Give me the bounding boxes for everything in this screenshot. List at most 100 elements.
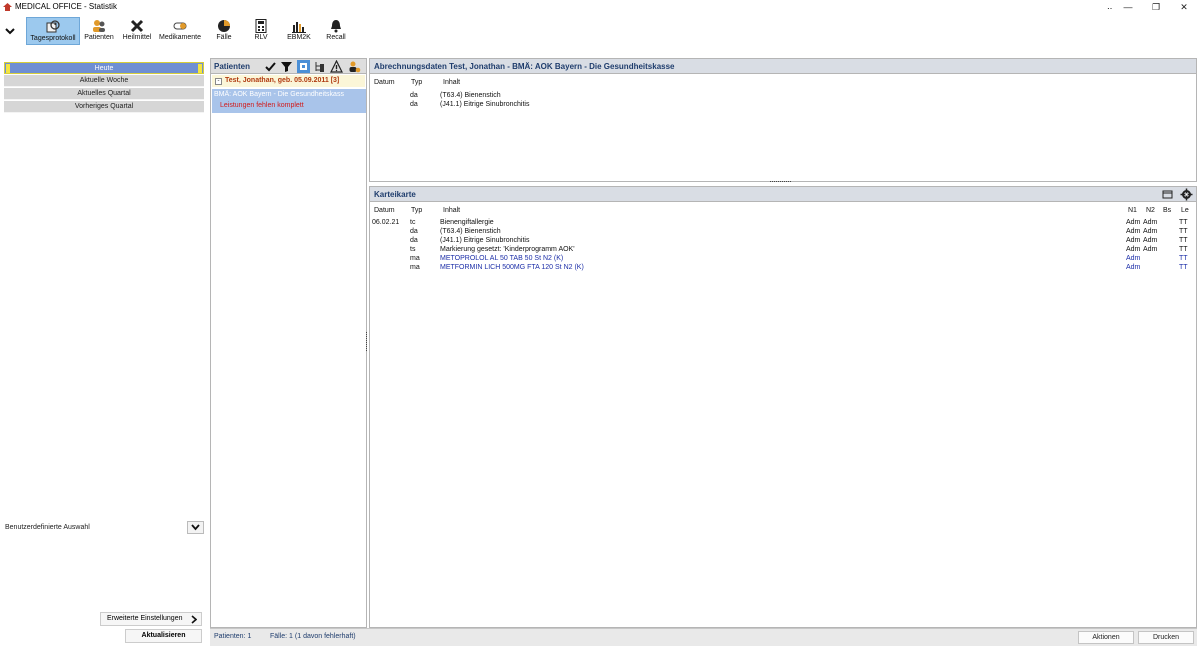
print-button[interactable]: Drucken [1138, 631, 1194, 644]
cell-inhalt: METFORMIN LICH 500MG FTA 120 St N2 (K) [440, 264, 584, 271]
patient-case-row[interactable]: BMÄ: AOK Bayern - Die Gesundheitskass Le… [212, 89, 366, 113]
window-icon[interactable] [1161, 188, 1174, 201]
chevron-down-icon [191, 524, 200, 531]
filter-icon[interactable] [280, 60, 293, 73]
column-typ[interactable]: Typ [411, 207, 422, 214]
case-insurance: BMÄ: AOK Bayern - Die Gesundheitskass [214, 91, 344, 98]
case-error-message: Leistungen fehlen komplett [220, 102, 304, 109]
patient-name: Test, Jonathan, geb. 05.09.2011 [3] [225, 77, 340, 84]
period-panel: Heute Aktuelle Woche Aktuelles Quartal V… [0, 58, 208, 646]
cell-n1: Adm [1126, 228, 1141, 235]
main-toolbar: Tagesprotokoll Patienten Heilmittel Medi… [0, 16, 1200, 46]
bell-icon [331, 20, 341, 33]
period-aktuelle-woche[interactable]: Aktuelle Woche [4, 75, 204, 87]
column-datum[interactable]: Datum [374, 79, 395, 86]
cases-count: Fälle: 1 (1 davon fehlerhaft) [270, 633, 356, 640]
cell-n1: Adm [1126, 237, 1141, 244]
toolbar-label: Recall [326, 34, 346, 41]
user-settings-icon[interactable] [348, 60, 361, 73]
extended-settings-label: Erweiterte Einstellungen [107, 615, 183, 622]
column-typ[interactable]: Typ [411, 79, 422, 86]
column-n1[interactable]: N1 [1128, 207, 1137, 214]
column-n2[interactable]: N2 [1146, 207, 1155, 214]
view-mode-icon[interactable] [297, 60, 310, 73]
cell-n2: Adm [1143, 219, 1158, 226]
actions-button[interactable]: Aktionen [1078, 631, 1134, 644]
extended-settings-button[interactable]: Erweiterte Einstellungen [100, 612, 202, 626]
column-inhalt[interactable]: Inhalt [443, 207, 460, 214]
toolbar-medikamente-button[interactable]: Medikamente [157, 17, 203, 45]
status-bar: Patienten: 1 Fälle: 1 (1 davon fehlerhaf… [210, 628, 1197, 646]
refresh-button[interactable]: Aktualisieren [125, 629, 202, 643]
karteikarte-panel: Karteikarte Datum Typ Inhalt N1 N2 Bs Le… [369, 186, 1197, 628]
app-logo-icon [3, 3, 12, 11]
checkmark-icon[interactable] [264, 60, 277, 73]
toolbar-tagesprotokoll-button[interactable]: Tagesprotokoll [26, 17, 80, 45]
billing-data-panel: Abrechnungsdaten Test, Jonathan - BMÄ: A… [369, 58, 1197, 182]
warning-icon[interactable] [330, 60, 343, 73]
patients-icon [93, 20, 105, 32]
period-vorheriges-quartal[interactable]: Vorheriges Quartal [4, 101, 204, 113]
cell-typ: ma [410, 255, 420, 262]
cell-le: TT [1179, 219, 1188, 226]
gear-icon[interactable] [1180, 188, 1193, 201]
toolbar-label: Patienten [84, 34, 114, 41]
collapse-toggle-icon[interactable]: - [215, 78, 222, 85]
pie-chart-icon [218, 20, 230, 32]
title-bar: MEDICAL OFFICE - Statistik ‥ — ❐ ✕ [0, 0, 1200, 14]
cell-typ: da [410, 237, 418, 244]
toolbar-heilmittel-button[interactable]: Heilmittel [118, 17, 156, 45]
patients-header: Patienten [211, 59, 366, 74]
toolbar-ebm2k-button[interactable]: EBM2K [284, 17, 314, 45]
toolbar-recall-button[interactable]: Recall [322, 17, 350, 45]
cell-inhalt: Markierung gesetzt: 'Kinderprogramm AOK' [440, 246, 575, 253]
cell-le: TT [1179, 246, 1188, 253]
cell-inhalt: (J41.1) Eitrige Sinubronchitis [440, 101, 530, 108]
patient-tree-row[interactable]: - Test, Jonathan, geb. 05.09.2011 [3] [212, 75, 365, 87]
toolbar-patienten-button[interactable]: Patienten [82, 17, 116, 45]
chevron-right-icon [191, 615, 197, 624]
toolbar-faelle-button[interactable]: Fälle [211, 17, 237, 45]
close-button[interactable]: ✕ [1169, 0, 1199, 14]
cell-n2: Adm [1143, 237, 1158, 244]
period-heute[interactable]: Heute [4, 62, 204, 74]
custom-selection-dropdown[interactable] [187, 521, 204, 534]
cell-n2: Adm [1143, 228, 1158, 235]
cell-le: TT [1179, 255, 1188, 262]
toolbar-label: Tagesprotokoll [30, 35, 76, 42]
cell-le: TT [1179, 237, 1188, 244]
billing-title: Abrechnungsdaten Test, Jonathan - BMÄ: A… [374, 62, 675, 71]
tree-icon[interactable] [313, 60, 326, 73]
minimize-button[interactable]: — [1113, 0, 1143, 14]
cell-n1: Adm [1126, 219, 1141, 226]
cell-le: TT [1179, 264, 1188, 271]
cell-n1: Adm [1126, 246, 1141, 253]
cell-typ: da [410, 101, 418, 108]
drag-handle-icon[interactable]: ‥ [1107, 2, 1112, 11]
cell-typ: tc [410, 219, 416, 226]
restore-button[interactable]: ❐ [1141, 0, 1171, 14]
column-bs[interactable]: Bs [1163, 207, 1171, 214]
heilmittel-icon [130, 19, 144, 33]
horizontal-splitter-handle[interactable] [770, 180, 792, 183]
period-aktuelles-quartal[interactable]: Aktuelles Quartal [4, 88, 204, 100]
pill-icon [173, 22, 187, 30]
column-le[interactable]: Le [1181, 207, 1189, 214]
vertical-splitter-handle[interactable] [365, 332, 368, 352]
cell-inhalt: (J41.1) Eitrige Sinubronchitis [440, 237, 530, 244]
cell-n1: Adm [1126, 264, 1141, 271]
calculator-icon [255, 19, 267, 33]
bar-chart-icon [292, 22, 306, 33]
cell-n1: Adm [1126, 255, 1141, 262]
column-datum[interactable]: Datum [374, 207, 395, 214]
tagesprotokoll-icon [46, 20, 60, 33]
cell-le: TT [1179, 228, 1188, 235]
cell-inhalt: (T63.4) Bienenstich [440, 92, 501, 99]
toolbar-label: Heilmittel [122, 34, 152, 41]
toolbar-label: RLV [254, 34, 268, 41]
column-inhalt[interactable]: Inhalt [443, 79, 460, 86]
toolbar-rlv-button[interactable]: RLV [249, 17, 273, 45]
cell-inhalt: (T63.4) Bienenstich [440, 228, 501, 235]
toolbar-menu-chevron-icon[interactable] [4, 24, 16, 38]
cell-datum: 06.02.21 [372, 219, 400, 226]
